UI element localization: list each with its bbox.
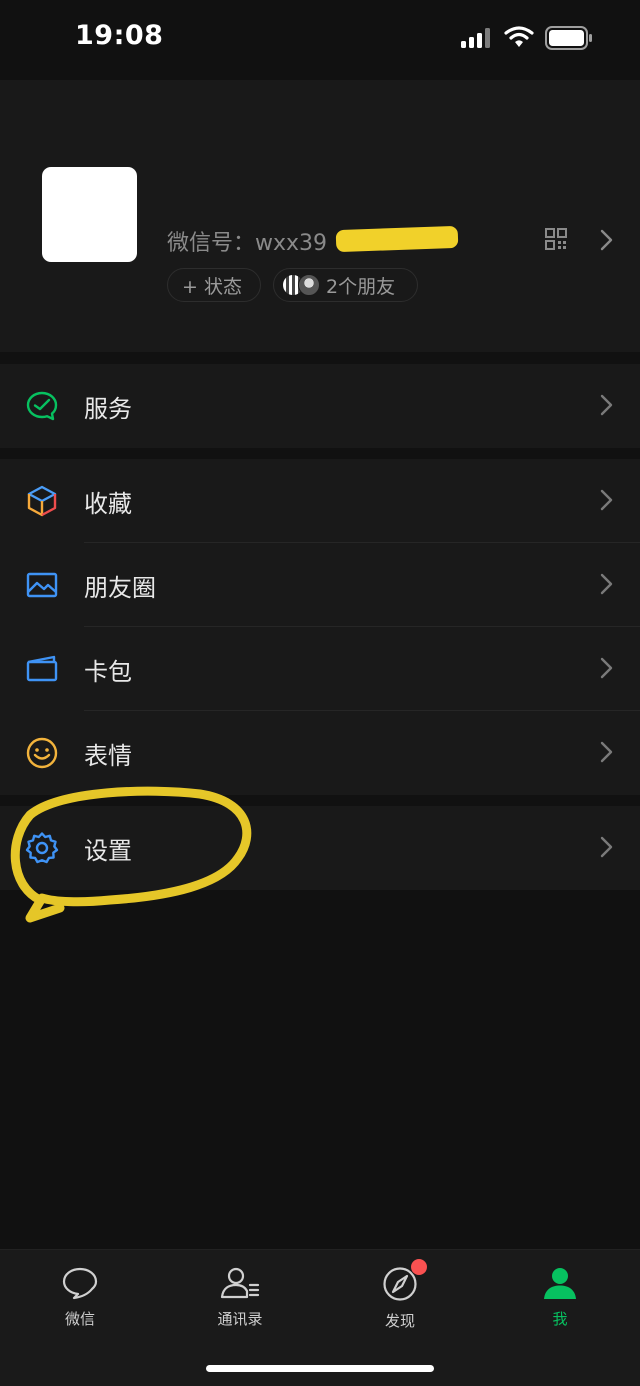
tab-me[interactable]: 我 (505, 1266, 615, 1329)
chevron-right-icon (600, 836, 613, 858)
tab-label-chats: 微信 (64, 1310, 95, 1328)
chevron-right-icon[interactable] (600, 229, 614, 251)
picture-icon (26, 572, 58, 598)
status-time: 19:08 (75, 20, 164, 51)
tab-label-contacts: 通讯录 (217, 1310, 263, 1328)
menu-label-favorites: 收藏 (84, 490, 132, 518)
tab-contacts[interactable]: 通讯录 (185, 1266, 295, 1329)
tab-label-discover: 发现 (384, 1312, 415, 1330)
chevron-right-icon (600, 741, 613, 763)
menu-item-favorites[interactable]: 收藏 (0, 459, 640, 543)
avatar[interactable] (42, 167, 137, 262)
menu-item-services[interactable]: 服务 (0, 364, 640, 448)
service-check-icon (26, 391, 58, 421)
person-icon (544, 1268, 576, 1299)
contacts-icon (220, 1267, 260, 1299)
menu-label-cards: 卡包 (84, 658, 132, 686)
wallet-icon (26, 655, 58, 682)
chevron-right-icon (600, 394, 613, 416)
status-bar: 19:08 (0, 0, 640, 80)
battery-icon (545, 26, 592, 50)
chevron-right-icon (600, 489, 613, 511)
main-menu-section: 收藏 朋友圈 卡包 表情 (0, 459, 640, 795)
menu-label-services: 服务 (84, 395, 132, 423)
discover-notification-badge (411, 1259, 427, 1275)
chat-bubble-icon (62, 1267, 98, 1300)
chevron-right-icon (600, 573, 613, 595)
tab-chats[interactable]: 微信 (25, 1266, 135, 1329)
smiley-icon (26, 737, 58, 769)
redaction-mark (335, 225, 459, 253)
friends-status-button[interactable]: 2个朋友 (273, 268, 418, 302)
menu-label-moments: 朋友圈 (84, 574, 156, 602)
menu-item-cards[interactable]: 卡包 (0, 627, 640, 711)
home-indicator[interactable] (206, 1365, 434, 1372)
add-status-button[interactable]: + 状态 (167, 268, 261, 302)
tab-discover[interactable]: 发现 (345, 1266, 455, 1331)
wifi-icon (504, 26, 534, 47)
tab-label-me: 我 (552, 1310, 568, 1328)
friends-count-label: 2个朋友 (326, 275, 396, 298)
cube-icon (27, 485, 57, 517)
chevron-right-icon (600, 657, 613, 679)
menu-label-stickers: 表情 (84, 742, 132, 770)
friend-avatar (298, 274, 320, 296)
qr-code-icon[interactable] (545, 228, 567, 250)
wechat-id: 微信号：wxx39 (167, 231, 328, 256)
profile-header[interactable]: 微信号：wxx39 + 状态 2个朋友 (0, 80, 640, 352)
signal-icon (461, 28, 490, 48)
menu-item-moments[interactable]: 朋友圈 (0, 543, 640, 627)
highlight-circle-annotation (10, 786, 252, 923)
services-section: 服务 (0, 364, 640, 448)
